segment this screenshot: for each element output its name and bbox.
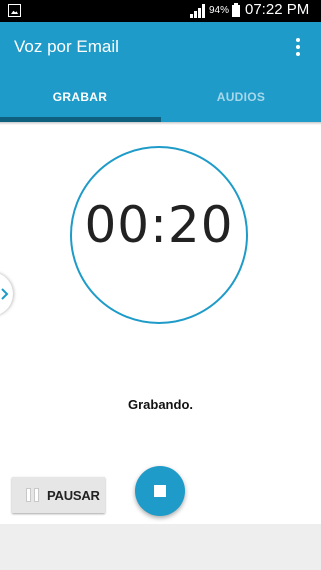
battery-percent: 94%: [209, 5, 230, 16]
tab-grabar[interactable]: GRABAR: [0, 72, 160, 122]
screen: 94% 07:22 PM Voz por Email GRABAR AUDIOS…: [0, 0, 321, 570]
chevron-right-icon: [1, 288, 9, 300]
battery-icon: [232, 3, 240, 17]
side-drawer-handle[interactable]: [0, 272, 13, 316]
pause-label: PAUSAR: [47, 488, 100, 503]
stop-button[interactable]: [135, 466, 185, 516]
tab-shadow: [0, 122, 321, 125]
status-bar: 94% 07:22 PM: [0, 0, 321, 22]
more-vert-icon[interactable]: [291, 38, 305, 58]
bottom-area: [0, 524, 321, 570]
timer-display: 00:20: [84, 196, 234, 254]
pause-button[interactable]: PAUSAR: [12, 477, 105, 513]
status-clock: 07:22 PM: [245, 1, 310, 18]
recording-status: Grabando.: [127, 397, 193, 412]
app-title: Voz por Email: [14, 37, 119, 56]
tab-bar: GRABAR AUDIOS: [0, 72, 321, 122]
stop-icon: [154, 485, 166, 497]
tab-audios[interactable]: AUDIOS: [161, 72, 321, 122]
pause-icon: [26, 488, 40, 502]
signal-icon: [190, 4, 206, 18]
app-bar: Voz por Email: [0, 22, 321, 72]
image-notification-icon: [8, 4, 21, 17]
